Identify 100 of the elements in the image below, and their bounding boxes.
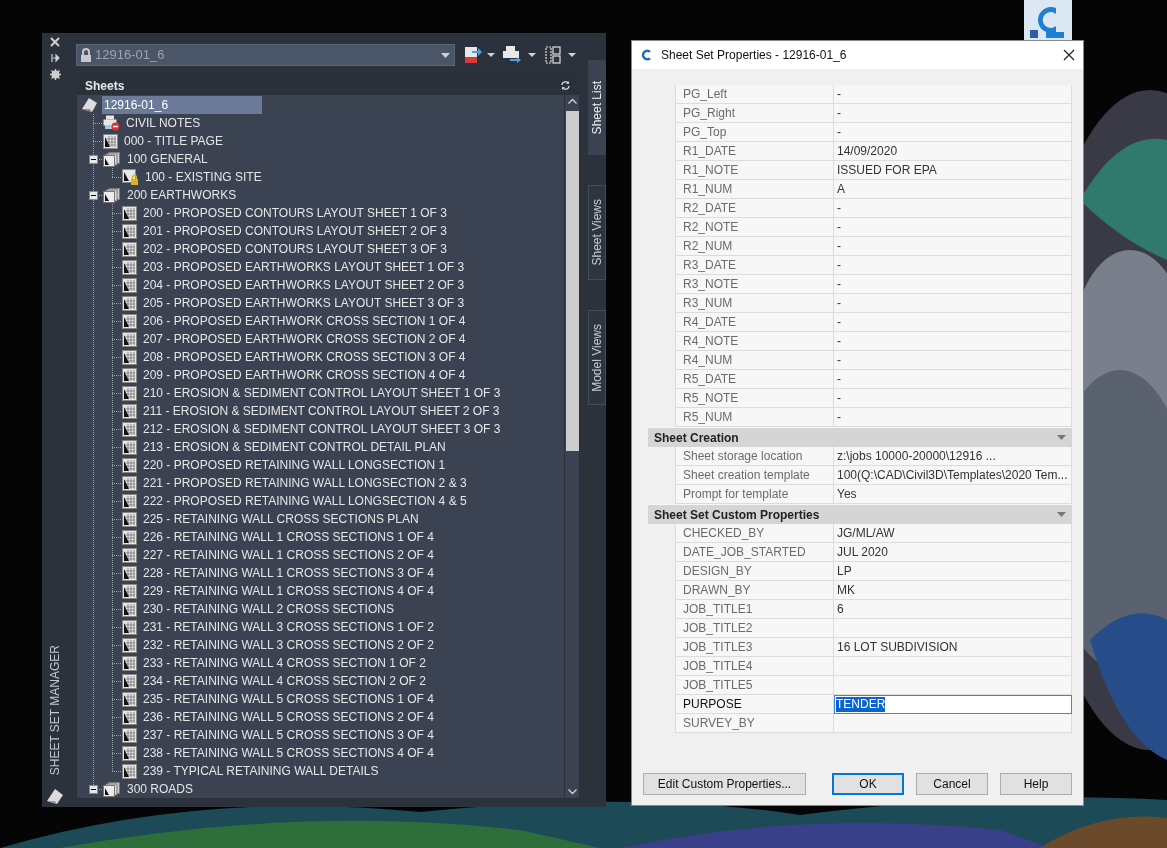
tree-item[interactable]: 100 - EXISTING SITE (143, 168, 262, 186)
property-name: JOB_TITLE2 (675, 619, 834, 638)
property-value: JG/ML/AW (834, 524, 1072, 543)
tree-item[interactable]: 212 - EROSION & SEDIMENT CONTROL LAYOUT SHEET 3 OF 3 (141, 420, 501, 438)
tree-item[interactable]: CIVIL NOTES (124, 114, 201, 132)
tree-item[interactable]: 12916-01_6 (102, 96, 262, 114)
tree-item[interactable]: 231 - RETAINING WALL 3 CROSS SECTIONS 1 OF 2 (141, 618, 434, 636)
tree-item[interactable]: 207 - PROPOSED EARTHWORK CROSS SECTION 2 OF 4 (141, 330, 466, 348)
dialog-button[interactable]: Help (1000, 773, 1072, 795)
collapse-toggle[interactable] (89, 784, 98, 794)
tree-item[interactable]: 213 - EROSION & SEDIMENT CONTROL DETAIL PLAN (141, 438, 446, 456)
tree-item[interactable]: 237 - RETAINING WALL 5 CROSS SECTIONS 3 OF 4 (141, 726, 434, 744)
locked-sheet-icon (122, 169, 139, 185)
dialog-button[interactable]: Cancel (916, 773, 988, 795)
tree-item[interactable]: 203 - PROPOSED EARTHWORKS LAYOUT SHEET 1 OF 3 (141, 258, 465, 276)
property-value: Yes (834, 485, 1072, 504)
property-value: - (834, 332, 1072, 351)
property-value: MK (834, 581, 1072, 600)
dialog-button[interactable]: Edit Custom Properties... (643, 773, 806, 795)
tree-item[interactable]: 000 - TITLE PAGE (122, 132, 223, 150)
lock-icon (80, 47, 92, 63)
tree-item[interactable]: 226 - RETAINING WALL 1 CROSS SECTIONS 1 OF 4 (141, 528, 434, 546)
property-name: R3_DATE (675, 256, 834, 275)
tree-item[interactable]: 200 - PROPOSED CONTOURS LAYOUT SHEET 1 OF 3 (141, 204, 447, 222)
sheet-set-icon (81, 97, 98, 113)
collapse-icon[interactable] (1057, 435, 1066, 440)
tree-item[interactable]: 202 - PROPOSED CONTOURS LAYOUT SHEET 3 OF 3 (141, 240, 447, 258)
property-name: PURPOSE (675, 695, 834, 714)
sheet-icon (122, 457, 137, 473)
tree-item[interactable]: 233 - RETAINING WALL 4 CROSS SECTION 1 OF 2 (141, 654, 426, 672)
sheet-icon (122, 367, 137, 383)
tree-item[interactable]: 200 EARTHWORKS (125, 186, 237, 204)
sheet-set-name: 12916-01_6 (95, 46, 166, 65)
app-shortcut-icon[interactable] (1024, 0, 1072, 40)
tree-item[interactable]: 220 - PROPOSED RETAINING WALL LONGSECTION 1 (141, 456, 446, 474)
scroll-thumb[interactable] (565, 111, 579, 451)
tree-item[interactable]: 209 - PROPOSED EARTHWORK CROSS SECTION 4 OF 4 (141, 366, 466, 384)
property-value: A (834, 180, 1072, 199)
tree-item[interactable]: 229 - RETAINING WALL 1 CROSS SECTIONS 4 OF 4 (141, 582, 434, 600)
property-name: R4_NOTE (675, 332, 834, 351)
tree-item[interactable]: 227 - RETAINING WALL 1 CROSS SECTIONS 2 OF 4 (141, 546, 434, 564)
close-icon[interactable] (1063, 49, 1075, 61)
tree-item[interactable]: 100 GENERAL (125, 150, 208, 168)
tree-item[interactable]: 205 - PROPOSED EARTHWORKS LAYOUT SHEET 3 OF 3 (141, 294, 465, 312)
tree-item[interactable]: 221 - PROPOSED RETAINING WALL LONGSECTION 2 & 3 (141, 474, 467, 492)
sheet-icon (122, 691, 137, 707)
tree-item[interactable]: 225 - RETAINING WALL CROSS SECTIONS PLAN (141, 510, 419, 528)
property-name: DRAWN_BY (675, 581, 834, 600)
property-value: 100(Q:\CAD\Civil3D\Templates\2020 Tem... (834, 466, 1072, 485)
sheet-icon (122, 763, 137, 779)
scroll-up-icon[interactable] (567, 98, 577, 104)
property-name: JOB_TITLE3 (675, 638, 834, 657)
tree-item[interactable]: 236 - RETAINING WALL 5 CROSS SECTIONS 2 OF 4 (141, 708, 434, 726)
tree-item[interactable]: 201 - PROPOSED CONTOURS LAYOUT SHEET 2 OF 3 (141, 222, 447, 240)
tree-item[interactable]: 232 - RETAINING WALL 3 CROSS SECTIONS 2 OF 2 (141, 636, 434, 654)
scrollbar[interactable] (564, 95, 579, 798)
subset-icon (103, 151, 121, 167)
tree-item[interactable]: 230 - RETAINING WALL 2 CROSS SECTIONS (141, 600, 394, 618)
tree-item[interactable]: 235 - RETAINING WALL 5 CROSS SECTIONS 1 OF 4 (141, 690, 434, 708)
property-name: PG_Left (675, 85, 834, 104)
tree-item[interactable]: 210 - EROSION & SEDIMENT CONTROL LAYOUT SHEET 1 OF 3 (141, 384, 501, 402)
plot-icon[interactable] (502, 45, 538, 65)
tree-item[interactable]: 239 - TYPICAL RETAINING WALL DETAILS (141, 762, 379, 780)
no-plot-sheet-icon (103, 115, 120, 131)
collapse-icon[interactable] (1057, 512, 1066, 517)
tree-item[interactable]: 300 ROADS (125, 780, 194, 798)
palette-tab[interactable]: Sheet Views (588, 185, 606, 280)
dialog-button[interactable]: OK (832, 773, 904, 795)
tree-item[interactable]: 234 - RETAINING WALL 4 CROSS SECTION 2 OF 2 (141, 672, 426, 690)
sheet-icon (122, 439, 137, 455)
property-value: - (834, 85, 1072, 104)
palette-tab[interactable]: Model Views (588, 310, 606, 405)
sheet-icon (122, 493, 137, 509)
collapse-toggle[interactable] (89, 190, 98, 200)
property-value: LP (834, 562, 1072, 581)
sheet-icon (122, 331, 137, 347)
tree-item[interactable]: 211 - EROSION & SEDIMENT CONTROL LAYOUT SHEET 2 OF 3 (141, 402, 500, 420)
tree-item[interactable]: 222 - PROPOSED RETAINING WALL LONGSECTION 4 & 5 (141, 492, 467, 510)
tree-item[interactable]: 208 - PROPOSED EARTHWORK CROSS SECTION 3 OF 4 (141, 348, 466, 366)
publish-pdf-icon[interactable] (464, 45, 496, 65)
sheet-icon (122, 583, 137, 599)
property-value: - (834, 218, 1072, 237)
settings-icon[interactable] (49, 69, 61, 80)
page-setup-icon[interactable] (544, 45, 578, 65)
pin-icon[interactable] (50, 53, 60, 63)
property-name: R3_NOTE (675, 275, 834, 294)
property-value: JUL 2020 (834, 543, 1072, 562)
palette-tab[interactable]: Sheet List (588, 60, 606, 155)
collapse-toggle[interactable] (89, 154, 98, 164)
tree-item[interactable]: 204 - PROPOSED EARTHWORKS LAYOUT SHEET 2 OF 3 (141, 276, 465, 294)
property-input[interactable]: TENDER (834, 695, 1072, 714)
sheet-icon (122, 241, 137, 257)
tree-item[interactable]: 238 - RETAINING WALL 5 CROSS SECTIONS 4 OF 4 (141, 744, 434, 762)
tree-item[interactable]: 228 - RETAINING WALL 1 CROSS SECTIONS 3 OF 4 (141, 564, 434, 582)
property-name: R1_NUM (675, 180, 834, 199)
palette-title: SHEET SET MANAGER (47, 644, 63, 775)
panel-title: Sheets (85, 77, 126, 95)
scroll-down-icon[interactable] (567, 789, 577, 795)
refresh-icon[interactable] (560, 80, 571, 91)
tree-item[interactable]: 206 - PROPOSED EARTHWORK CROSS SECTION 1 OF 4 (141, 312, 466, 330)
